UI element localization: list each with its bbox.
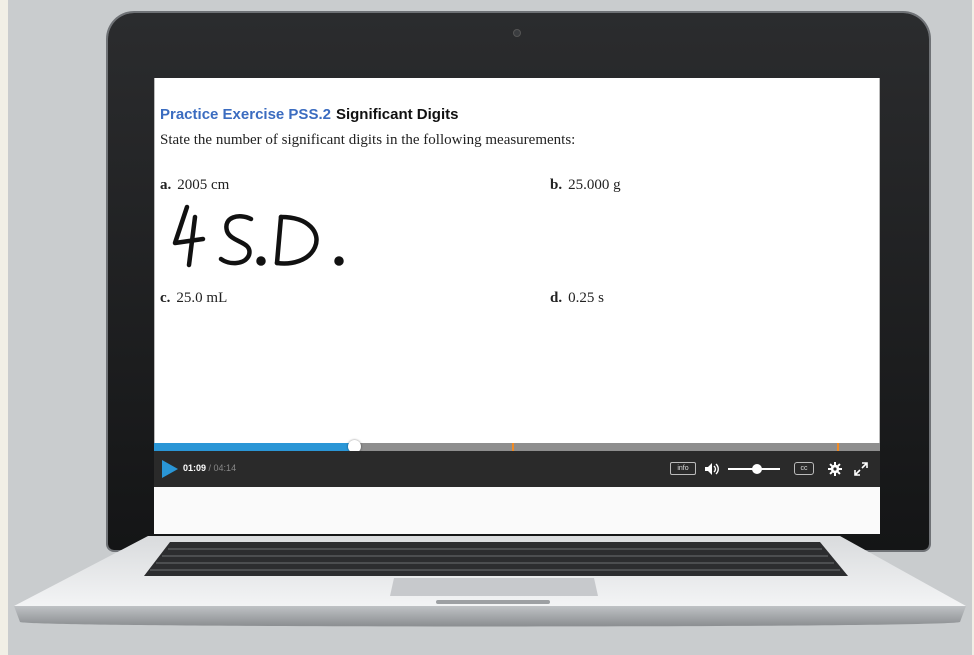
chapter-marker[interactable] <box>512 443 514 451</box>
exercise-prompt: State the number of significant digits i… <box>160 132 576 148</box>
seek-bar-progress <box>154 443 354 451</box>
seek-bar[interactable] <box>154 440 880 453</box>
screen-below-player <box>154 487 880 534</box>
laptop-lid: Practice Exercise PSS.2 Significant Digit… <box>108 13 929 550</box>
volume-handle[interactable] <box>752 464 762 474</box>
item-a: a. 2005 cm <box>160 177 229 194</box>
item-value: 25.000 g <box>568 177 621 193</box>
fullscreen-icon[interactable] <box>854 462 868 476</box>
exercise-title: Practice Exercise PSS.2 Significant Digit… <box>160 106 458 123</box>
item-value: 0.25 s <box>568 290 604 306</box>
screen: Practice Exercise PSS.2 Significant Digit… <box>154 78 880 534</box>
current-time: 01:09 <box>183 463 207 473</box>
background: Practice Exercise PSS.2 Significant Digit… <box>8 0 972 655</box>
chapter-marker[interactable] <box>837 443 839 451</box>
item-letter: d. <box>550 290 563 306</box>
captions-button[interactable]: cc <box>794 462 814 475</box>
item-letter: b. <box>550 177 563 193</box>
item-d: d. 0.25 s <box>550 290 604 307</box>
video-frame[interactable]: Practice Exercise PSS.2 Significant Digit… <box>154 78 880 443</box>
volume-icon[interactable] <box>704 462 720 476</box>
exercise-heading: Significant Digits <box>335 106 459 123</box>
item-c: c. 25.0 mL <box>160 290 227 307</box>
duration: / 04:14 <box>208 463 237 473</box>
time-display: 01:09 / 04:14 <box>183 463 236 473</box>
handwritten-answer <box>172 204 344 268</box>
item-value: 25.0 mL <box>176 290 228 306</box>
item-letter: c. <box>160 290 171 306</box>
gear-icon[interactable] <box>828 462 842 476</box>
item-letter: a. <box>160 177 172 193</box>
item-value: 2005 cm <box>177 177 230 193</box>
webcam <box>513 29 521 37</box>
volume-slider[interactable] <box>728 464 780 474</box>
video-controls: 01:09 / 04:14 info cc <box>154 451 880 487</box>
laptop-base <box>14 536 966 627</box>
exercise-label: Practice Exercise PSS.2 <box>160 106 331 123</box>
info-button[interactable]: info <box>670 462 696 475</box>
item-b: b. 25.000 g <box>550 177 621 194</box>
play-icon[interactable] <box>162 460 178 478</box>
